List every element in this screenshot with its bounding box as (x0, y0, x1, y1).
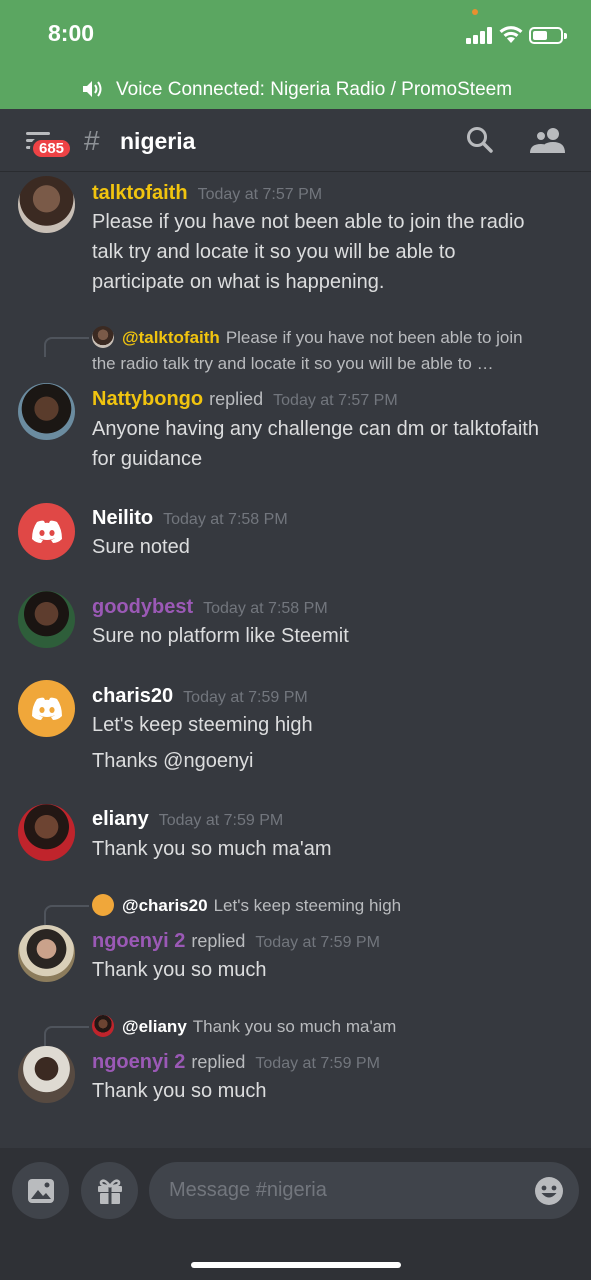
message-time: Today at 7:58 PM (163, 511, 288, 528)
message-text: Anyone having any challenge can dm or ta… (92, 418, 539, 440)
message-author[interactable]: goodybest Today at 7:58 PM (92, 596, 328, 619)
reply-text: the radio talk try and locate it so you … (92, 354, 494, 373)
reply-connector (44, 905, 89, 925)
message-text: Thank you so much (92, 1080, 267, 1102)
message[interactable]: goodybest Today at 7:58 PM Sure no platfo… (0, 589, 591, 659)
message-author[interactable]: Nattybongo replied Today at 7:57 PM (92, 388, 398, 411)
message-author[interactable]: talktofaith Today at 7:57 PM (92, 182, 322, 205)
reply-text: Thank you so much ma'am (192, 1017, 397, 1036)
reply-mention[interactable]: @talktofaith (122, 328, 220, 347)
channel-hash-icon: # (84, 125, 100, 156)
message-text: Thank you so much (92, 959, 267, 981)
reply-text: Please if you have not been able to join (225, 328, 523, 347)
reply-mention[interactable]: @eliany (122, 1017, 187, 1036)
message-time: Today at 7:57 PM (273, 392, 398, 409)
reply-avatar (92, 894, 114, 916)
message-author[interactable]: ngoenyi 2 replied Today at 7:59 PM (92, 930, 380, 953)
message-author[interactable]: ngoenyi 2 replied Today at 7:59 PM (92, 1051, 380, 1074)
message-author[interactable]: eliany Today at 7:59 PM (92, 808, 283, 831)
cellular-signal-icon (466, 27, 494, 44)
message-placeholder: Message #nigeria (169, 1179, 327, 1201)
message-text: Sure no platform like Steemit (92, 625, 349, 647)
search-icon[interactable] (466, 126, 494, 154)
message[interactable]: Neilito Today at 7:58 PM Sure noted (0, 500, 591, 570)
message-time: Today at 7:59 PM (158, 812, 284, 829)
emoji-icon[interactable] (534, 1176, 564, 1206)
avatar[interactable] (18, 680, 75, 737)
avatar[interactable] (18, 176, 75, 233)
reply-mention[interactable]: @charis20 (122, 896, 208, 915)
message-time: Today at 7:59 PM (183, 689, 308, 706)
reply-connector (44, 1026, 89, 1046)
replied-label: replied (191, 931, 246, 951)
discord-logo-icon (31, 520, 62, 543)
unread-badge: 685 (30, 137, 74, 160)
message-text: Let's keep steeming high (92, 714, 313, 736)
message-text: Thanks @ngoenyi (92, 750, 254, 772)
mic-indicator-dot (472, 9, 478, 15)
reply-context[interactable]: @charis20 Let's keep steeming high (92, 893, 572, 919)
message-author[interactable]: charis20 Today at 7:59 PM (92, 685, 308, 708)
message[interactable]: talktofaith Today at 7:57 PM Please if yo… (0, 172, 591, 302)
avatar[interactable] (18, 925, 75, 982)
message[interactable]: @talktofaith Please if you have not been … (0, 322, 591, 482)
members-icon[interactable] (530, 126, 566, 154)
message-text: Please if you have not been able to join… (92, 211, 525, 233)
channel-name[interactable]: nigeria (120, 128, 195, 155)
channel-header: 685 # nigeria (0, 109, 591, 172)
gift-button[interactable] (81, 1162, 138, 1219)
reply-context[interactable]: @eliany Thank you so much ma'am (92, 1014, 572, 1040)
avatar[interactable] (18, 1046, 75, 1103)
message-time: Today at 7:59 PM (255, 934, 380, 951)
message-text: talk try and locate it so you will be ab… (92, 241, 456, 263)
message-text: Thank you so much ma'am (92, 838, 332, 860)
gift-icon (97, 1178, 122, 1204)
reply-avatar (92, 1015, 114, 1037)
message-time: Today at 7:58 PM (203, 600, 328, 617)
avatar[interactable] (18, 591, 75, 648)
replied-label: replied (209, 389, 264, 409)
message-time: Today at 7:59 PM (255, 1055, 380, 1072)
wifi-icon (499, 26, 523, 43)
message-composer: Message #nigeria (0, 1148, 591, 1280)
message-text: participate on what is happening. (92, 271, 385, 293)
battery-icon (529, 27, 567, 44)
reply-text: Let's keep steeming high (213, 896, 402, 915)
reply-avatar (92, 326, 114, 348)
voice-connected-text[interactable]: Voice Connected: Nigeria Radio / PromoSt… (116, 79, 512, 101)
message-text: Sure noted (92, 536, 190, 558)
message[interactable]: eliany Today at 7:59 PM Thank you so much… (0, 802, 591, 872)
avatar[interactable] (18, 383, 75, 440)
message-input[interactable]: Message #nigeria (149, 1162, 579, 1219)
message[interactable]: charis20 Today at 7:59 PM Let's keep stee… (0, 678, 591, 788)
message[interactable]: @charis20 Let's keep steeming high ngoeny… (0, 890, 591, 990)
attach-image-button[interactable] (12, 1162, 69, 1219)
message-text: for guidance (92, 448, 203, 470)
status-time: 8:00 (48, 20, 95, 46)
speaker-icon (83, 81, 102, 97)
image-icon (27, 1178, 54, 1203)
avatar[interactable] (18, 503, 75, 560)
home-indicator[interactable] (191, 1262, 401, 1268)
reply-connector (44, 337, 89, 357)
avatar[interactable] (18, 804, 75, 861)
message-time: Today at 7:57 PM (197, 186, 323, 203)
replied-label: replied (191, 1052, 246, 1072)
message[interactable]: @eliany Thank you so much ma'am ngoenyi 2… (0, 1011, 591, 1111)
reply-context[interactable]: @talktofaith Please if you have not been … (92, 325, 572, 351)
discord-logo-icon (31, 697, 62, 720)
message-author[interactable]: Neilito Today at 7:58 PM (92, 507, 288, 530)
